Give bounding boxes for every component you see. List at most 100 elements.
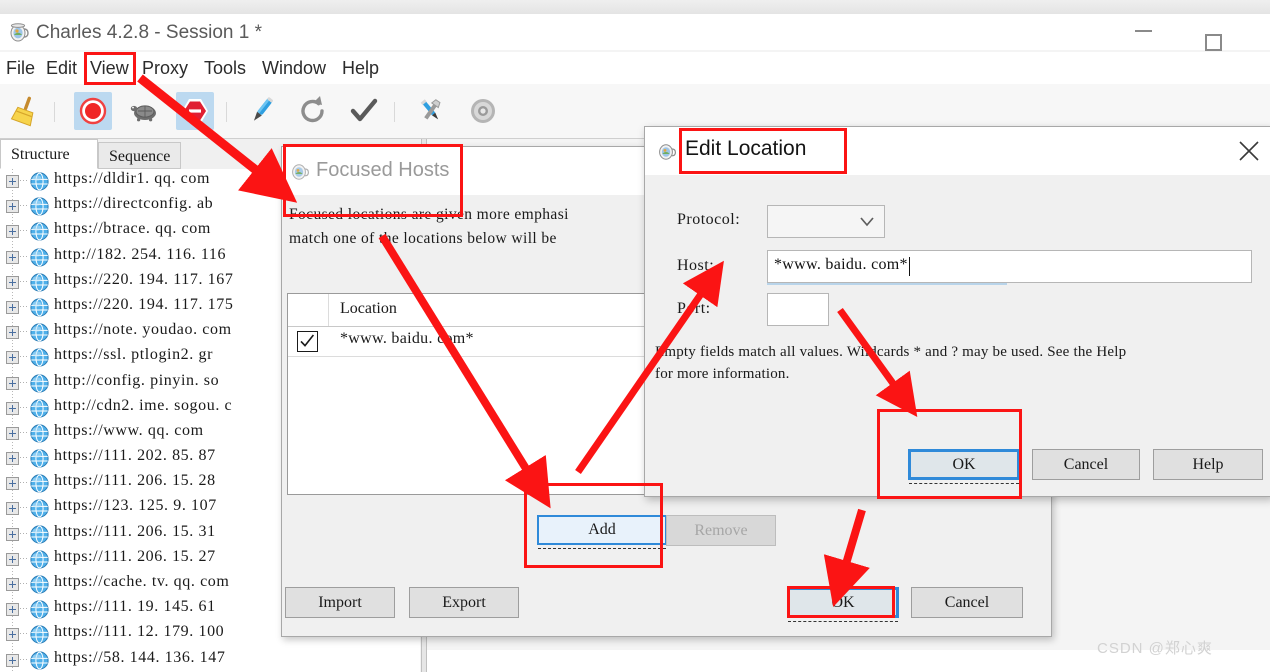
tree-row[interactable]: https://58. 144. 136. 147: [0, 648, 420, 672]
help-line-2: for more information.: [655, 366, 790, 382]
compose-pen-icon[interactable]: [242, 92, 280, 130]
toolbar-separator-3: [394, 102, 395, 122]
import-button[interactable]: Import: [285, 587, 395, 618]
globe-icon: [30, 222, 49, 241]
protocol-select[interactable]: [767, 205, 885, 238]
menu-item-help[interactable]: Help: [336, 52, 385, 84]
edit-location-ok-button[interactable]: OK: [908, 449, 1020, 480]
tree-row-label: https://note. youdao. com: [54, 321, 232, 339]
add-button-focus-dash: [538, 548, 666, 549]
tree-row-label: https://220. 194. 117. 167: [54, 270, 234, 288]
expand-plus-icon[interactable]: [6, 603, 19, 617]
globe-icon: [30, 323, 49, 342]
globe-icon: [30, 247, 49, 267]
menu-item-file[interactable]: File: [0, 52, 41, 84]
expand-plus-icon[interactable]: [6, 578, 19, 591]
expand-plus-icon[interactable]: [6, 628, 19, 642]
expand-plus-icon[interactable]: [6, 200, 19, 214]
edit-location-title: Edit Location: [685, 137, 807, 160]
tree-row-label: https://111. 206. 15. 27: [54, 547, 216, 565]
edit-location-cancel-button[interactable]: Cancel: [1032, 449, 1140, 480]
focused-hosts-cancel-button[interactable]: Cancel: [911, 587, 1023, 618]
globe-icon: [30, 348, 49, 367]
row-checkbox[interactable]: [297, 331, 318, 352]
charles-jug-icon: [290, 161, 310, 181]
tree-row-label: https://cache. tv. qq. com: [54, 573, 230, 590]
validate-check-icon[interactable]: [345, 92, 383, 130]
tree-connector: [20, 457, 29, 459]
expand-plus-icon[interactable]: [6, 452, 19, 466]
tree-connector: [20, 431, 29, 433]
globe-icon: [30, 399, 49, 418]
close-icon[interactable]: [1237, 139, 1261, 163]
maximize-button[interactable]: [1205, 34, 1222, 51]
minimize-button[interactable]: [1135, 30, 1152, 32]
menu-item-edit[interactable]: Edit: [40, 52, 83, 84]
csdn-watermark: CSDN @郑心爽: [1097, 640, 1213, 657]
expand-plus-icon[interactable]: [6, 426, 19, 440]
globe-icon: [30, 600, 49, 619]
add-button[interactable]: Add: [537, 515, 667, 545]
clear-broom-icon[interactable]: [6, 92, 44, 130]
checkbox-column-header: [288, 294, 329, 326]
expand-plus-icon[interactable]: [6, 401, 19, 415]
globe-icon: [30, 172, 49, 191]
port-input[interactable]: [767, 293, 829, 326]
tree-connector: [20, 331, 29, 333]
expand-plus-icon[interactable]: [6, 477, 19, 491]
expand-plus-icon[interactable]: [6, 175, 19, 188]
repeat-refresh-icon[interactable]: [294, 92, 332, 130]
tab-structure[interactable]: Structure: [0, 139, 98, 169]
expand-plus-icon[interactable]: [6, 527, 19, 541]
tree-connector: [20, 280, 29, 282]
expand-plus-icon[interactable]: [6, 552, 19, 566]
tree-connector: [20, 356, 29, 358]
tools-icon[interactable]: [412, 92, 450, 130]
tree-row-label: https://btrace. qq. com: [54, 220, 211, 238]
expand-plus-icon[interactable]: [6, 351, 19, 365]
menu-item-proxy[interactable]: Proxy: [136, 52, 194, 84]
globe-icon: [30, 424, 49, 443]
globe-icon: [30, 449, 49, 468]
edit-location-dialog: Edit Location Protocol: Host: *www. baid…: [644, 126, 1270, 497]
tree-row-label: http://182. 254. 116. 116: [54, 245, 227, 263]
tree-connector: [20, 658, 29, 660]
edit-location-help-text: Empty fields match all values. Wildcards…: [655, 341, 1265, 385]
menu-item-view[interactable]: View: [84, 52, 135, 84]
expand-plus-icon[interactable]: [6, 376, 19, 390]
focused-hosts-title: Focused Hosts: [316, 159, 450, 181]
breakpoints-stop-icon[interactable]: [176, 92, 214, 130]
text-caret: [908, 257, 911, 276]
globe-icon: [30, 525, 49, 544]
expand-plus-icon[interactable]: [6, 502, 19, 516]
fh-ok-focus-dash: [788, 621, 898, 622]
tree-connector: [20, 583, 29, 584]
top-edge-strip: [0, 0, 1270, 15]
expand-plus-icon[interactable]: [6, 275, 19, 289]
window-title: Charles 4.2.8 - Session 1 *: [36, 22, 263, 43]
charles-application-window: Charles 4.2.8 - Session 1 * File Edit Vi…: [0, 0, 1270, 672]
tab-sequence[interactable]: Sequence: [98, 142, 181, 169]
menu-item-window[interactable]: Window: [256, 52, 332, 84]
export-button[interactable]: Export: [409, 587, 519, 618]
throttle-turtle-icon[interactable]: [126, 92, 164, 130]
expand-plus-icon[interactable]: [6, 300, 19, 314]
remove-button[interactable]: Remove: [666, 515, 776, 546]
menu-item-tools[interactable]: Tools: [198, 52, 252, 84]
expand-plus-icon[interactable]: [6, 225, 19, 239]
focused-hosts-ok-button[interactable]: OK: [787, 587, 899, 618]
edit-location-help-button[interactable]: Help: [1153, 449, 1263, 480]
tree-connector: [20, 205, 29, 207]
record-icon[interactable]: [74, 92, 112, 130]
globe-icon: [30, 197, 49, 216]
expand-plus-icon[interactable]: [6, 250, 19, 264]
tree-connector: [20, 255, 29, 257]
globe-icon: [30, 575, 49, 594]
row-location-value: *www. baidu. com*: [340, 330, 474, 347]
tree-connector: [20, 507, 29, 509]
settings-gear-icon[interactable]: [464, 92, 502, 130]
expand-plus-icon[interactable]: [6, 326, 19, 340]
expand-plus-icon[interactable]: [6, 653, 19, 667]
toolbar-separator: [54, 102, 55, 122]
host-input[interactable]: *www. baidu. com*: [767, 250, 1252, 283]
